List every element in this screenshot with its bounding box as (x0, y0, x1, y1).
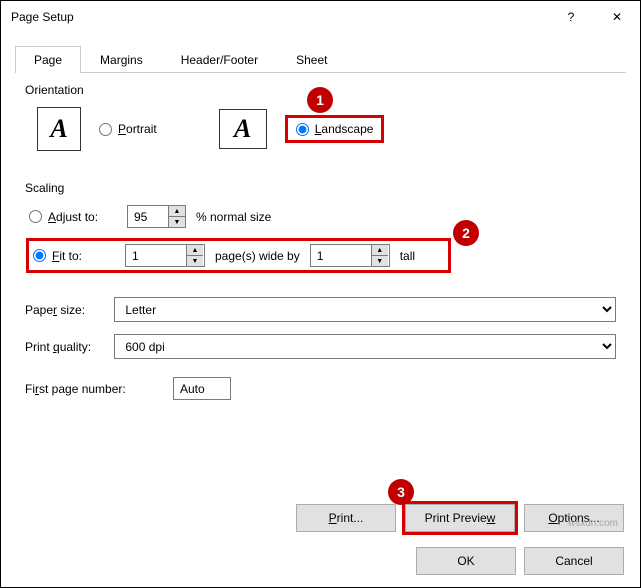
first-page-label: First page number: (25, 382, 173, 396)
paper-size-select[interactable]: Letter (114, 297, 616, 322)
fit-wide-spinner[interactable]: ▲▼ (125, 244, 205, 267)
print-button[interactable]: Print... (296, 504, 396, 532)
fit-wide-input[interactable] (126, 245, 186, 266)
landscape-highlight: Landscape (285, 115, 385, 143)
landscape-page-icon: A (219, 109, 267, 149)
fit-tall-input[interactable] (311, 245, 371, 266)
scaling-legend: Scaling (25, 181, 616, 195)
fit-tall-suffix: tall (400, 249, 415, 263)
print-preview-button[interactable]: Print Preview (405, 504, 515, 532)
adjust-suffix: % normal size (196, 210, 271, 224)
portrait-label: Portrait (118, 122, 157, 136)
print-quality-select[interactable]: 600 dpi (114, 334, 616, 359)
tab-header-footer[interactable]: Header/Footer (162, 46, 277, 73)
adjust-percent-input[interactable] (128, 206, 168, 227)
fit-to-highlight: Fit to: ▲▼ page(s) wide by ▲▼ tall (26, 238, 451, 273)
watermark-text: wsxdn.com (568, 518, 618, 529)
print-quality-label: Print quality: (25, 340, 114, 354)
fit-tall-spinner[interactable]: ▲▼ (310, 244, 390, 267)
tab-sheet[interactable]: Sheet (277, 46, 346, 73)
spin-up-icon[interactable]: ▲ (187, 245, 203, 256)
callout-badge-2: 2 (453, 220, 479, 246)
ok-button[interactable]: OK (416, 547, 516, 575)
tab-margins[interactable]: Margins (81, 46, 162, 73)
adjust-to-radio-input[interactable] (29, 210, 42, 223)
help-button[interactable]: ? (548, 1, 594, 33)
portrait-radio[interactable]: Portrait (99, 122, 157, 136)
first-page-input[interactable] (173, 377, 231, 400)
landscape-radio[interactable]: Landscape (296, 122, 374, 136)
spin-up-icon[interactable]: ▲ (372, 245, 388, 256)
cancel-button[interactable]: Cancel (524, 547, 624, 575)
landscape-label: Landscape (315, 122, 374, 136)
portrait-radio-input[interactable] (99, 123, 112, 136)
orientation-group: Orientation A Portrait A 1 Landscape (25, 83, 616, 167)
spin-down-icon[interactable]: ▼ (372, 256, 388, 266)
spin-down-icon[interactable]: ▼ (187, 256, 203, 266)
title-bar: Page Setup ? ✕ (1, 1, 640, 33)
adjust-percent-spinner[interactable]: ▲▼ (127, 205, 186, 228)
fit-to-label: Fit to: (52, 249, 82, 263)
fit-to-radio[interactable]: Fit to: (33, 249, 115, 263)
adjust-to-label: Adjust to: (48, 210, 98, 224)
tab-page[interactable]: Page (15, 46, 81, 73)
window-title: Page Setup (11, 10, 548, 24)
fit-to-radio-input[interactable] (33, 249, 46, 262)
dialog-confirm-row: OK Cancel (416, 547, 624, 575)
print-preview-highlight: Print Preview (402, 501, 518, 535)
landscape-radio-input[interactable] (296, 123, 309, 136)
fit-wide-suffix: page(s) wide by (215, 249, 300, 263)
callout-badge-1: 1 (307, 87, 333, 113)
spin-up-icon[interactable]: ▲ (169, 206, 185, 217)
adjust-to-radio[interactable]: Adjust to: (29, 210, 117, 224)
page-panel: Orientation A Portrait A 1 Landscape Sca… (1, 73, 640, 400)
paper-size-label: Paper size: (25, 303, 114, 317)
close-button[interactable]: ✕ (594, 1, 640, 33)
scaling-group: Scaling Adjust to: ▲▼ % normal size 2 Fi… (25, 181, 616, 273)
tab-strip: Page Margins Header/Footer Sheet (15, 45, 626, 73)
callout-badge-3: 3 (388, 479, 414, 505)
spin-down-icon[interactable]: ▼ (169, 217, 185, 227)
portrait-page-icon: A (37, 107, 81, 151)
